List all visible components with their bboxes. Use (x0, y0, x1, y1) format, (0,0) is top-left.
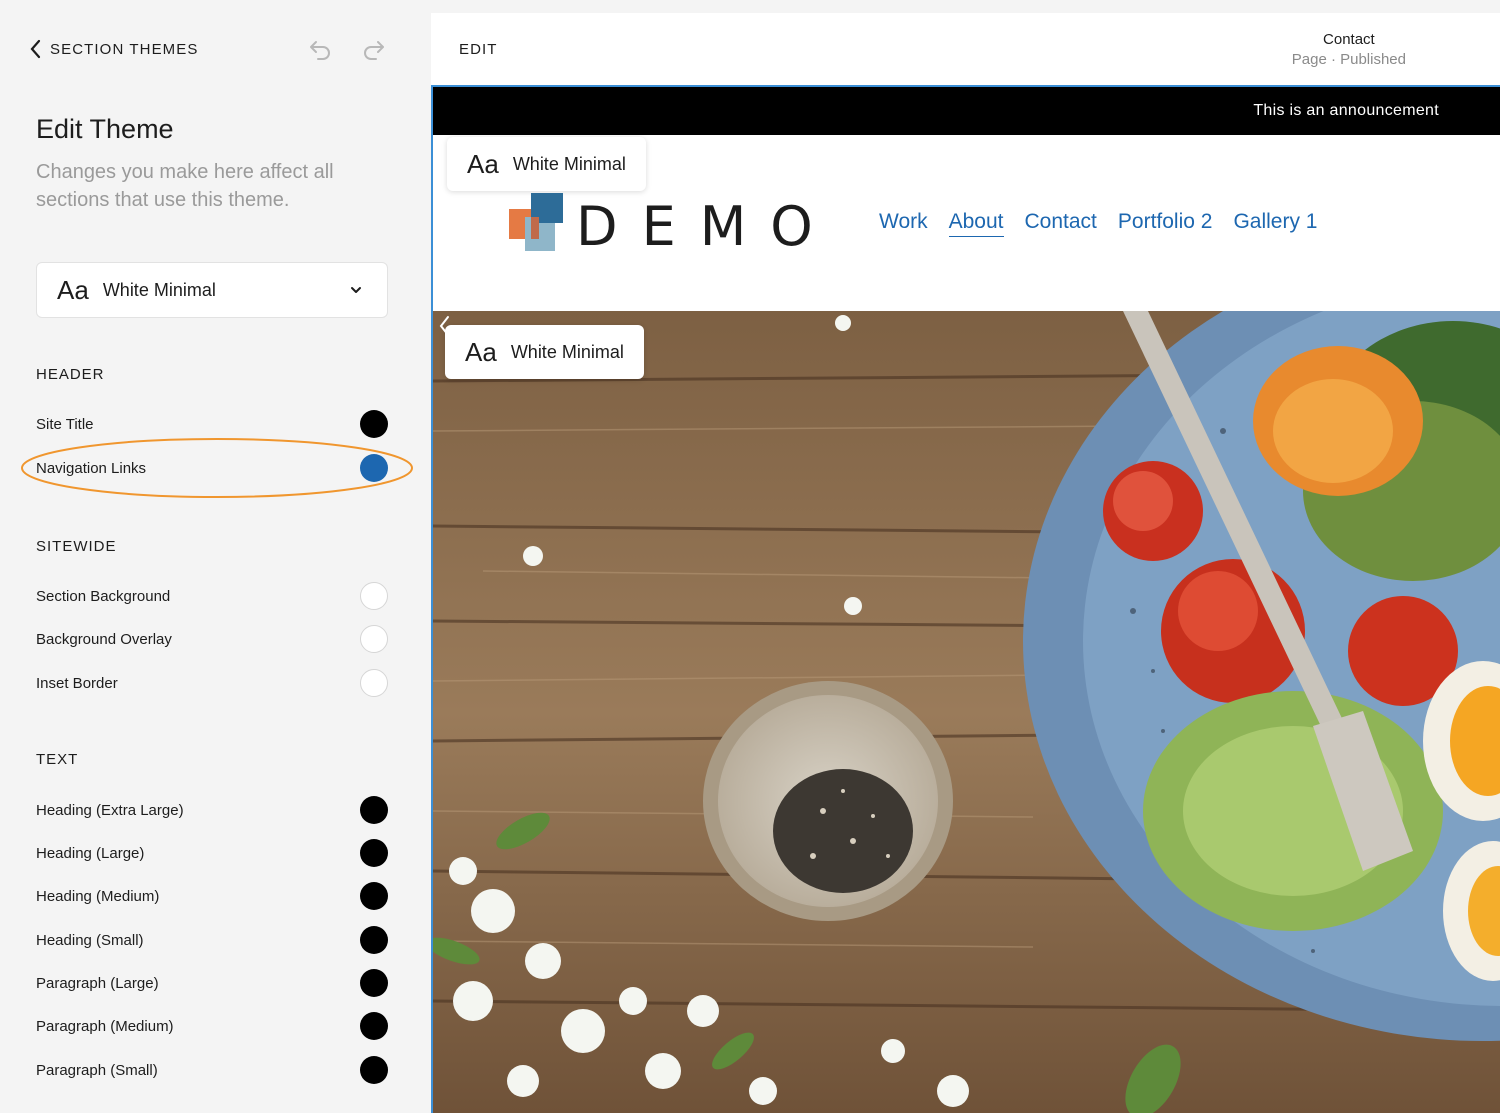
hero-section: Aa White Minimal (433, 311, 1500, 1113)
font-aa-icon: Aa (465, 336, 497, 367)
color-swatch[interactable] (360, 1012, 388, 1040)
color-row-heading-small[interactable]: Heading (Small) (36, 925, 388, 955)
edit-bar: EDIT Contact Page · Published (431, 13, 1500, 85)
row-label: Heading (Medium) (36, 887, 160, 905)
row-label: Inset Border (36, 674, 118, 692)
hero-food-image (433, 311, 1500, 1113)
color-row-heading-extra-large[interactable]: Heading (Extra Large) (36, 795, 388, 825)
row-label: Section Background (36, 587, 171, 605)
color-row-paragraph-small[interactable]: Paragraph (Small) (36, 1055, 388, 1085)
font-aa-icon: Aa (467, 148, 499, 179)
chevron-left-icon (30, 39, 41, 59)
theme-tag-name: White Minimal (510, 341, 624, 362)
font-aa-icon: Aa (57, 274, 89, 305)
row-label: Paragraph (Medium) (36, 1017, 174, 1035)
page-name: Contact (1323, 31, 1375, 48)
row-label: Navigation Links (36, 459, 147, 477)
row-label: Background Overlay (36, 630, 172, 648)
theme-select-value: White Minimal (102, 279, 216, 300)
announcement-bar[interactable]: This is an announcement (433, 87, 1500, 135)
undo-icon[interactable] (306, 38, 332, 62)
site-header: Aa White Minimal DEMO Work About Contact… (433, 135, 1500, 311)
panel-subtitle: Changes you make here affect all section… (36, 161, 334, 211)
color-swatch[interactable] (360, 1056, 388, 1084)
back-button[interactable]: SECTION THEMES (28, 38, 198, 60)
announcement-text: This is an announcement (1253, 102, 1439, 119)
nav-link-contact[interactable]: Contact (1025, 210, 1097, 237)
color-row-heading-large[interactable]: Heading (Large) (36, 838, 388, 868)
row-label: Heading (Extra Large) (36, 801, 184, 819)
color-swatch[interactable] (360, 839, 388, 867)
chevron-down-icon (351, 287, 361, 293)
section-label-sitewide: SITEWIDE (36, 538, 117, 555)
color-swatch[interactable] (360, 625, 388, 653)
color-swatch[interactable] (360, 969, 388, 997)
site-preview: EDIT Contact Page · Published This is an… (431, 13, 1500, 1113)
color-row-heading-medium[interactable]: Heading (Medium) (36, 881, 388, 911)
redo-icon[interactable] (362, 38, 388, 62)
section-label-header: HEADER (36, 366, 105, 383)
color-row-background-overlay[interactable]: Background Overlay (36, 624, 388, 654)
color-swatch[interactable] (360, 582, 388, 610)
nav-link-gallery-1[interactable]: Gallery 1 (1233, 210, 1317, 237)
color-row-paragraph-medium[interactable]: Paragraph (Medium) (36, 1011, 388, 1041)
nav-link-portfolio-2[interactable]: Portfolio 2 (1118, 210, 1213, 237)
site-navigation: Work About Contact Portfolio 2 Gallery 1 (879, 210, 1338, 237)
page-status: Page · Published (1291, 51, 1406, 68)
color-swatch[interactable] (360, 882, 388, 910)
color-row-inset-border[interactable]: Inset Border (36, 668, 388, 698)
site-logo-icon[interactable] (509, 193, 565, 253)
panel-topbar: SECTION THEMES (28, 38, 398, 62)
edit-button[interactable]: EDIT (459, 41, 498, 58)
theme-tag-name: White Minimal (512, 153, 626, 174)
row-label: Paragraph (Small) (36, 1061, 158, 1079)
row-label: Heading (Small) (36, 931, 144, 949)
nav-link-about[interactable]: About (948, 210, 1004, 237)
row-label: Heading (Large) (36, 844, 145, 862)
row-label: Paragraph (Large) (36, 974, 159, 992)
theme-editor-panel: SECTION THEMES Edit Theme Changes you ma… (0, 0, 430, 1113)
color-swatch[interactable] (360, 410, 388, 438)
color-row-section-background[interactable]: Section Background (36, 581, 388, 611)
color-swatch[interactable] (360, 796, 388, 824)
color-swatch[interactable] (360, 669, 388, 697)
color-swatch[interactable] (360, 454, 388, 482)
hero-theme-tag[interactable]: Aa White Minimal (445, 325, 644, 379)
arrow-left-icon[interactable] (433, 311, 457, 341)
color-swatch[interactable] (360, 926, 388, 954)
header-theme-tag[interactable]: Aa White Minimal (447, 137, 646, 191)
color-row-site-title[interactable]: Site Title (36, 409, 388, 439)
row-label: Site Title (36, 415, 94, 433)
section-label-text: TEXT (36, 751, 79, 768)
panel-title: Edit Theme (36, 114, 174, 144)
site-frame: This is an announcement Aa White Minimal… (431, 85, 1500, 1113)
back-label: SECTION THEMES (50, 40, 199, 58)
site-title[interactable]: DEMO (576, 195, 837, 258)
color-row-navigation-links[interactable]: Navigation Links (36, 453, 388, 483)
color-row-paragraph-large[interactable]: Paragraph (Large) (36, 968, 388, 998)
page-info: Contact Page · Published (1292, 31, 1406, 68)
theme-select-dropdown[interactable]: Aa White Minimal (36, 262, 388, 318)
nav-link-work[interactable]: Work (879, 210, 928, 237)
